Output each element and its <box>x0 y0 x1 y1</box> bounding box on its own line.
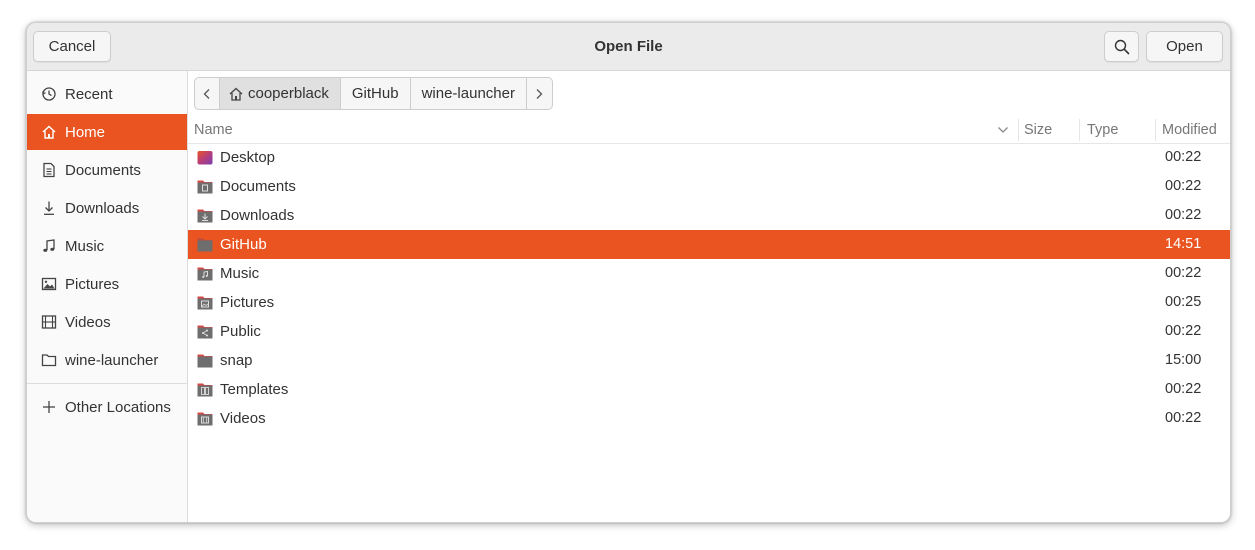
sidebar-item-label: Recent <box>65 85 113 103</box>
sidebar-item-other-locations[interactable]: Other Locations <box>27 389 187 425</box>
file-name: Documents <box>220 178 296 195</box>
file-modified: 00:25 <box>1165 294 1202 310</box>
file-name: snap <box>220 352 253 369</box>
file-modified: 00:22 <box>1165 323 1202 339</box>
file-name: Pictures <box>220 294 275 311</box>
path-forward-button[interactable] <box>527 78 552 109</box>
sidebar-item-label: Music <box>65 237 105 255</box>
document-icon <box>39 162 59 178</box>
file-name: Downloads <box>220 207 295 224</box>
column-divider <box>1155 119 1156 141</box>
sidebar-item-label: Videos <box>65 313 111 331</box>
sidebar-item-downloads[interactable]: Downloads <box>27 190 187 226</box>
file-modified: 00:22 <box>1165 207 1202 223</box>
file-modified: 14:51 <box>1165 236 1202 252</box>
sidebar-item-videos[interactable]: Videos <box>27 304 187 340</box>
path-back-button[interactable] <box>195 78 220 109</box>
column-header-size[interactable]: Size <box>1024 122 1052 138</box>
pictures-folder-icon <box>197 296 213 310</box>
sidebar-item-label: wine-launcher <box>65 351 159 369</box>
folder-icon <box>197 354 213 368</box>
file-row[interactable]: Music 00:22 <box>188 259 1230 288</box>
file-row[interactable]: Templates 00:22 <box>188 375 1230 404</box>
home-icon <box>39 124 59 140</box>
path-segment-label: GitHub <box>351 85 399 102</box>
open-button[interactable]: Open <box>1146 31 1223 62</box>
sidebar-item-music[interactable]: Music <box>27 228 187 264</box>
plus-icon <box>39 399 59 415</box>
path-segment-wine-launcher[interactable]: wine-launcher <box>411 78 527 109</box>
header-bar: Cancel Open File Open <box>27 23 1230 71</box>
column-header-name[interactable]: Name <box>194 122 233 138</box>
file-modified: 00:22 <box>1165 381 1202 397</box>
music-icon <box>39 238 59 254</box>
templates-folder-icon <box>197 383 213 397</box>
file-row[interactable]: Downloads 00:22 <box>188 201 1230 230</box>
file-name: GitHub <box>220 236 267 253</box>
desktop-folder-icon <box>197 151 213 165</box>
file-row[interactable]: Public 00:22 <box>188 317 1230 346</box>
search-button[interactable] <box>1104 31 1139 62</box>
path-bar: cooperblack GitHub wine-launcher <box>194 77 553 110</box>
sidebar-item-label: Home <box>65 123 106 141</box>
sidebar-item-documents[interactable]: Documents <box>27 152 187 188</box>
places-sidebar: Recent Home Documents Downloads Music Pi… <box>27 71 188 522</box>
path-segment-label: wine-launcher <box>421 85 515 102</box>
sidebar-item-label: Downloads <box>65 199 140 217</box>
sidebar-item-label: Other Locations <box>65 398 171 416</box>
column-header-modified[interactable]: Modified <box>1162 122 1217 138</box>
sidebar-item-label: Documents <box>65 161 141 179</box>
column-header-type[interactable]: Type <box>1087 122 1118 138</box>
file-name: Public <box>220 323 261 340</box>
downloads-folder-icon <box>197 209 213 223</box>
file-name: Templates <box>220 381 289 398</box>
file-row[interactable]: GitHub 14:51 <box>188 230 1230 259</box>
chevron-down-icon[interactable] <box>997 126 1009 134</box>
search-icon <box>1114 39 1129 54</box>
documents-folder-icon <box>197 180 213 194</box>
folder-icon <box>39 352 59 368</box>
file-modified: 00:22 <box>1165 178 1202 194</box>
sidebar-item-recent[interactable]: Recent <box>27 76 187 112</box>
path-segment-github[interactable]: GitHub <box>341 78 411 109</box>
file-chooser-dialog: Cancel Open File Open Recent Home Docume… <box>26 22 1231 523</box>
file-row[interactable]: Pictures 00:25 <box>188 288 1230 317</box>
sidebar-item-pictures[interactable]: Pictures <box>27 266 187 302</box>
file-name: Music <box>220 265 260 282</box>
file-modified: 00:22 <box>1165 265 1202 281</box>
path-segment-home[interactable]: cooperblack <box>220 78 341 109</box>
sidebar-item-wine-launcher[interactable]: wine-launcher <box>27 342 187 378</box>
file-row[interactable]: Documents 00:22 <box>188 172 1230 201</box>
sidebar-item-home[interactable]: Home <box>27 114 187 150</box>
dialog-title: Open File <box>594 38 663 55</box>
music-folder-icon <box>197 267 213 281</box>
public-folder-icon <box>197 325 213 339</box>
column-divider <box>1079 119 1080 141</box>
file-row[interactable]: snap 15:00 <box>188 346 1230 375</box>
sidebar-divider <box>27 383 187 384</box>
chevron-left-icon <box>203 88 210 99</box>
list-header: Name Size Type Modified <box>188 117 1230 144</box>
file-modified: 15:00 <box>1165 352 1202 368</box>
videos-folder-icon <box>197 412 213 426</box>
picture-icon <box>39 276 59 292</box>
home-icon <box>229 87 243 101</box>
folder-icon <box>197 238 213 252</box>
file-row[interactable]: Desktop 00:22 <box>188 143 1230 172</box>
download-icon <box>39 200 59 216</box>
file-name: Videos <box>220 410 266 427</box>
file-row[interactable]: Videos 00:22 <box>188 404 1230 433</box>
sidebar-item-label: Pictures <box>65 275 120 293</box>
file-list: Name Size Type Modified Desktop 00:22 Do… <box>188 117 1230 522</box>
chevron-right-icon <box>537 88 543 99</box>
file-modified: 00:22 <box>1165 410 1202 426</box>
film-icon <box>39 314 59 330</box>
column-divider <box>1018 119 1019 141</box>
file-name: Desktop <box>220 149 276 166</box>
path-segment-label: cooperblack <box>248 85 329 102</box>
file-modified: 00:22 <box>1165 149 1202 165</box>
clock-icon <box>39 86 59 102</box>
